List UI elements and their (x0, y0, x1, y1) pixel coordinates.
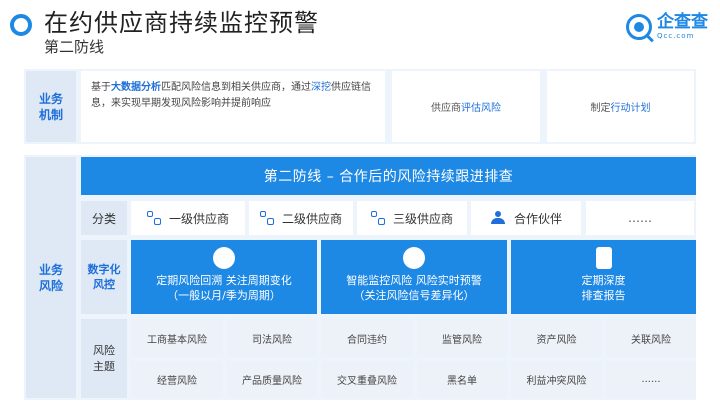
risk-topic-item: 产品质量风险 (227, 361, 317, 398)
risk-topic-item: ...... (606, 361, 696, 398)
mechanism-description: 基于大数据分析匹配风险信息到相关供应商，通过深挖供应链信息，来实现早期发现风险影… (81, 71, 385, 142)
hierarchy-icon (146, 211, 161, 225)
risk-topic-item: 资产风险 (511, 319, 602, 357)
risk-topic-item: 利益冲突风险 (511, 361, 602, 398)
periodic-review-card: 定期风险回溯 关注周期变化 （一般以月/季为周期） (131, 240, 317, 314)
logo-domain: Qcc.com (657, 32, 695, 40)
risk-topic-item: 交叉重叠风险 (321, 361, 413, 398)
risk-topic-item: 监管风险 (417, 319, 507, 357)
category-more[interactable]: …… (586, 201, 694, 235)
category-tier1-supplier[interactable]: 一级供应商 (131, 201, 245, 235)
shield-icon (213, 247, 235, 269)
logo-name: 企查查 (657, 12, 708, 32)
page-title: 在约供应商持续监控预警 (44, 9, 319, 37)
hierarchy-icon (259, 211, 274, 225)
page-subtitle: 第二防线 (44, 38, 105, 56)
risk-topic-item: 经营风险 (131, 361, 223, 398)
people-icon (490, 211, 506, 225)
smart-monitor-card: 智能监控风险 风险实时预警 （关注风险信号差异化） (321, 240, 507, 314)
digital-control-label: 数字化 风控 (81, 240, 127, 314)
risk-topic-item: 黑名单 (417, 361, 507, 398)
title-bullet-icon (10, 14, 32, 36)
document-icon (595, 247, 612, 269)
risk-topic-label: 风险 主题 (81, 319, 127, 398)
category-label: 分类 (81, 201, 127, 235)
risk-topic-item: 关联风险 (606, 319, 696, 357)
risk-topic-item: 司法风险 (227, 319, 317, 357)
qcc-logo: 企查查 Qcc.com (626, 12, 716, 42)
location-pin-icon (403, 247, 425, 269)
category-tier3-supplier[interactable]: 三级供应商 (357, 201, 467, 235)
mechanism-label: 业务 机制 (26, 71, 76, 142)
risk-topic-item: 工商基本风险 (131, 319, 223, 357)
risk-topic-item: 合同违约 (321, 319, 413, 357)
mechanism-action-plan: 制定 行动计划 (547, 71, 694, 142)
magnifier-logo-icon (626, 14, 652, 40)
hierarchy-icon (370, 211, 385, 225)
mechanism-evaluate-risk: 供应商 评估风险 (392, 71, 540, 142)
risk-label: 业务 风险 (26, 157, 76, 398)
second-line-banner: 第二防线 – 合作后的风险持续跟进排查 (81, 157, 696, 195)
category-partner[interactable]: 合作伙伴 (471, 201, 581, 235)
deep-report-card: 定期深度 排查报告 (511, 240, 696, 314)
category-tier2-supplier[interactable]: 二级供应商 (249, 201, 353, 235)
